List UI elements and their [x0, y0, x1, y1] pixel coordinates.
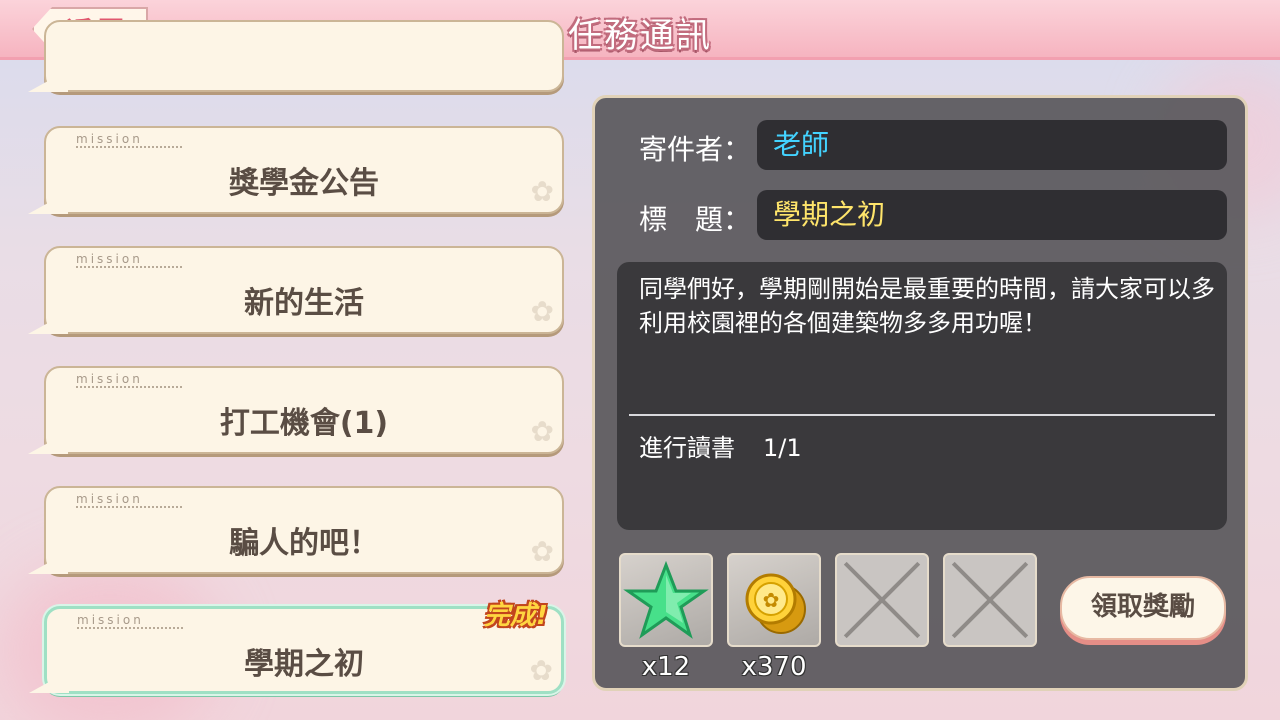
task-name: 進行讀書: [639, 434, 735, 462]
gold-coin-icon: ✿: [745, 573, 806, 634]
mission-detail-panel: 寄件者： 老師 標 題： 學期之初 同學們好，學期剛開始是最重要的時間，請大家可…: [592, 95, 1248, 691]
task-row: 進行讀書 1/1: [639, 428, 802, 463]
reward-slot-empty: [835, 553, 929, 647]
reward-count: x12: [641, 652, 691, 682]
mission-name: 學期之初: [244, 647, 364, 682]
mission-tag: mission: [76, 132, 143, 146]
reward-count: x370: [741, 652, 807, 682]
sakura-icon: ✿: [529, 654, 553, 687]
mission-item[interactable]: mission 新的生活 ✿: [28, 246, 564, 334]
green-star-icon: [623, 560, 709, 639]
mission-name: 打工機會(1): [219, 406, 389, 441]
divider: [629, 414, 1215, 416]
svg-text:✿: ✿: [763, 588, 780, 612]
mission-name: 騙人的吧！: [229, 526, 379, 561]
mission-name: 獎學金公告: [229, 166, 379, 201]
completed-badge: 完成!: [484, 601, 548, 631]
mission-tag: mission: [76, 252, 143, 266]
mission-tag: mission: [76, 492, 143, 506]
empty-slot-icon: [953, 563, 1027, 637]
sakura-icon: ✿: [530, 535, 554, 568]
sender-label: 寄件者：: [639, 133, 752, 166]
sakura-icon: ✿: [530, 415, 554, 448]
mission-name: 新的生活: [244, 286, 364, 321]
mission-tag: mission: [76, 372, 143, 386]
claim-reward-button[interactable]: 領取獎勵: [1060, 576, 1226, 640]
mission-item[interactable]: mission 打工機會(1) ✿: [28, 366, 564, 454]
mission-item[interactable]: mission 獎學金公告 ✿: [28, 126, 564, 214]
sakura-icon: ✿: [530, 295, 554, 328]
task-progress: 1/1: [763, 434, 802, 462]
message-box: 同學們好，學期剛開始是最重要的時間，請大家可以多利用校園裡的各個建築物多多用功喔…: [617, 262, 1227, 530]
mission-item[interactable]: mission 騙人的吧！ ✿: [28, 486, 564, 574]
reward-slot-empty: [943, 553, 1037, 647]
sender-value: 老師: [757, 120, 1227, 170]
sakura-icon: ✿: [530, 175, 554, 208]
reward-slot[interactable]: [619, 553, 713, 647]
mission-item-partial[interactable]: [28, 20, 564, 92]
subject-value: 學期之初: [757, 190, 1227, 240]
mission-tag: mission: [77, 613, 144, 627]
subject-label: 標 題：: [639, 203, 752, 236]
reward-slot[interactable]: ✿: [727, 553, 821, 647]
message-text: 同學們好，學期剛開始是最重要的時間，請大家可以多利用校園裡的各個建築物多多用功喔…: [639, 275, 1215, 337]
empty-slot-icon: [845, 563, 919, 637]
